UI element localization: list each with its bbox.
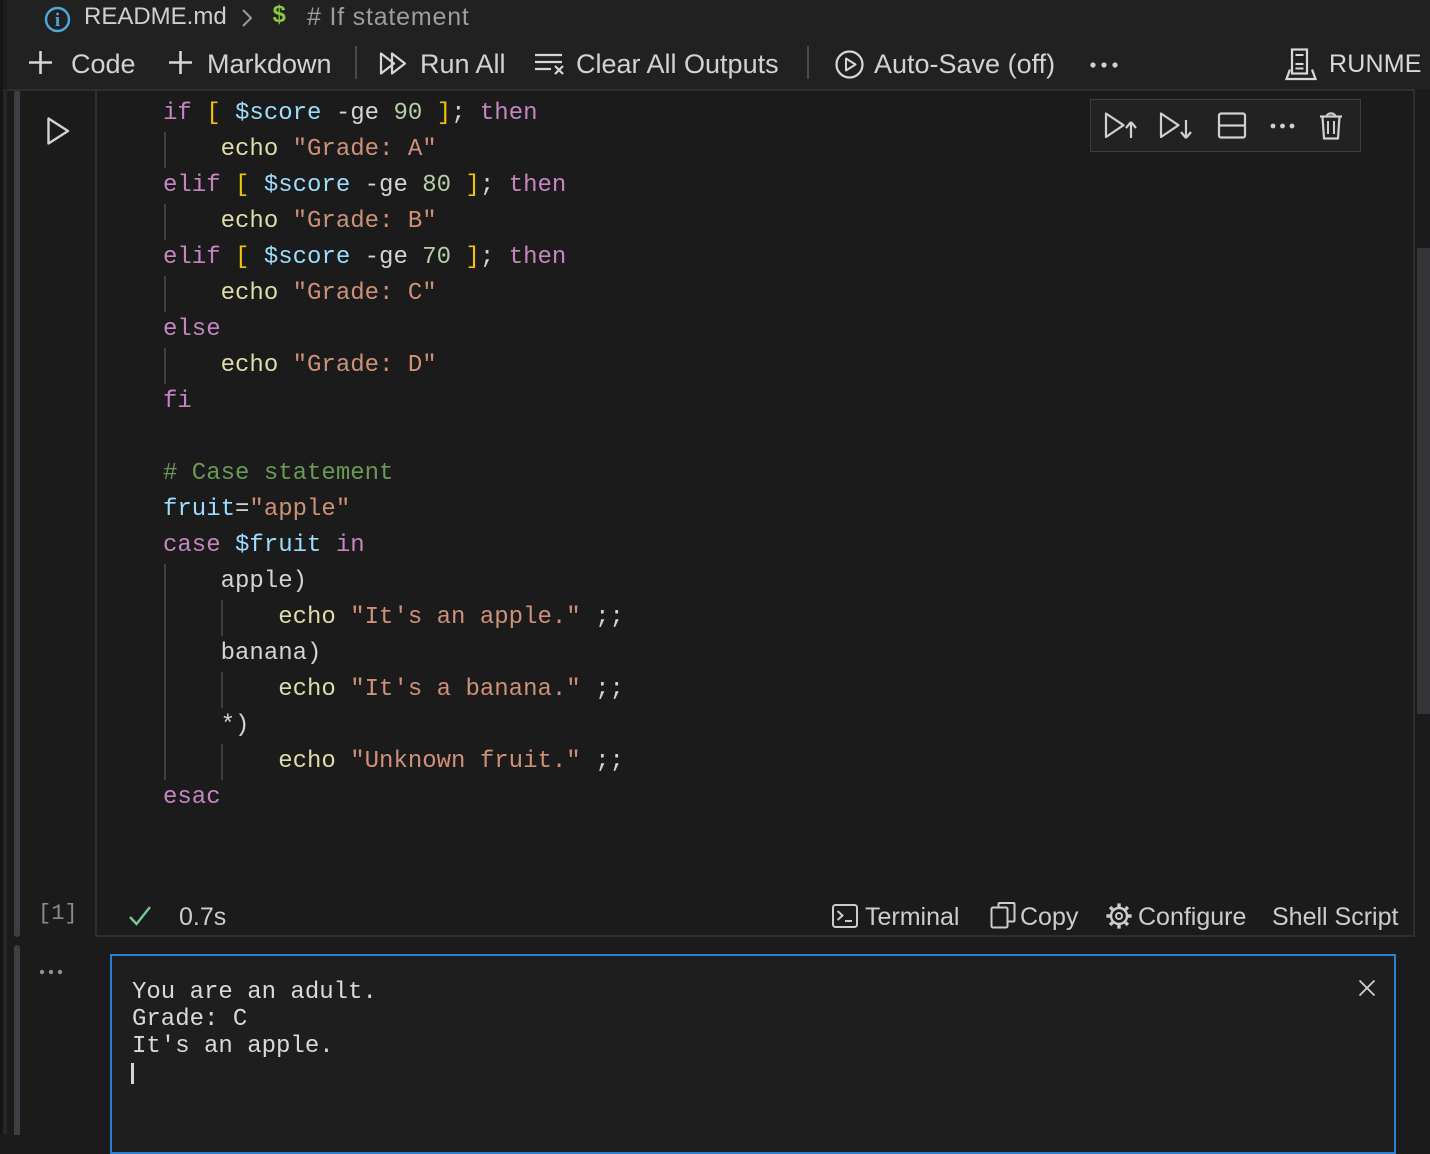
svg-text:i: i — [55, 10, 60, 31]
